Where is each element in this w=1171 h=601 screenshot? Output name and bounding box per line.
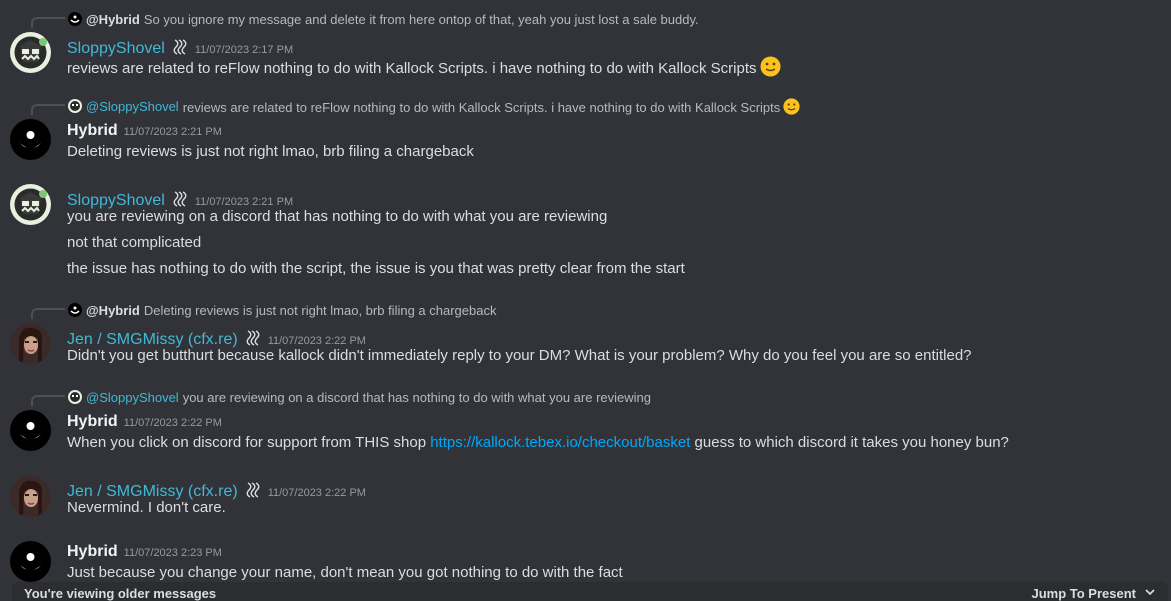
jump-to-present-button[interactable]: Jump To Present (1031, 586, 1156, 601)
reply-text[interactable]: reviews are related to reFlow nothing to… (182, 97, 801, 115)
jen-avatar[interactable] (10, 476, 51, 517)
hybrid-reply-avatar-icon (68, 303, 82, 317)
message-text: guess to which discord it takes you hone… (690, 434, 1009, 451)
message-text: you are reviewing on a discord that has … (67, 208, 608, 225)
message-text: Deleting reviews is just not right lmao,… (67, 143, 474, 160)
timestamp: 11/07/2023 2:21 PM (194, 196, 294, 208)
hybrid-avatar[interactable] (10, 119, 51, 160)
jump-to-present-label: Jump To Present (1031, 585, 1136, 601)
timestamp: 11/07/2023 2:23 PM (123, 547, 222, 559)
slight-smile-emoji-icon[interactable] (760, 56, 781, 77)
timestamp: 11/07/2023 2:22 PM (123, 417, 222, 429)
reply-author[interactable]: @Hybrid (86, 12, 140, 27)
reply-text[interactable]: you are reviewing on a discord that has … (183, 390, 651, 405)
waves-badge-icon[interactable] (171, 190, 189, 208)
message-text: Nevermind. I don't care. (67, 499, 226, 516)
reply-preview[interactable]: @SloppyShovel you are reviewing on a dis… (68, 388, 651, 406)
username[interactable]: Hybrid (67, 413, 118, 431)
reply-author[interactable]: @Hybrid (86, 303, 140, 318)
older-messages-bar: You're viewing older messages Jump To Pr… (12, 582, 1168, 601)
waves-badge-icon[interactable] (244, 329, 262, 347)
message-text: Didn't you get butthurt because kallock … (67, 347, 972, 364)
sloppyshovel-reply-avatar-icon (68, 99, 82, 113)
hybrid-avatar[interactable] (10, 410, 51, 451)
timestamp: 11/07/2023 2:21 PM (123, 126, 222, 138)
timestamp: 11/07/2023 2:22 PM (267, 487, 366, 499)
reply-text[interactable]: So you ignore my message and delete it f… (144, 12, 699, 27)
slight-smile-emoji-icon (783, 97, 800, 115)
reply-preview[interactable]: @Hybrid Deleting reviews is just not rig… (68, 301, 496, 319)
older-messages-label: You're viewing older messages (24, 585, 217, 601)
message-text: Just because you change your name, don't… (67, 564, 623, 581)
hybrid-reply-avatar-icon (68, 12, 82, 26)
message-text: the issue has nothing to do with the scr… (67, 260, 685, 277)
reply-author[interactable]: @SloppyShovel (86, 390, 179, 405)
sloppyshovel-avatar[interactable] (10, 32, 51, 73)
jen-avatar[interactable] (10, 323, 51, 364)
reply-text-content: reviews are related to reFlow nothing to… (182, 99, 781, 115)
message-text: When you click on discord for support fr… (67, 434, 431, 451)
message-content: When you click on discord for support fr… (67, 434, 1009, 451)
waves-badge-icon[interactable] (244, 481, 262, 499)
message-content: reviews are related to reFlow nothing to… (67, 56, 781, 77)
timestamp: 11/07/2023 2:17 PM (194, 44, 294, 56)
reply-connector (31, 104, 65, 115)
reply-connector (31, 308, 65, 319)
reply-author[interactable]: @SloppyShovel (86, 99, 179, 114)
reply-connector (31, 17, 65, 28)
message-text: not that complicated (67, 234, 202, 251)
reply-text[interactable]: Deleting reviews is just not right lmao,… (144, 303, 497, 318)
reply-connector (31, 395, 65, 406)
sloppyshovel-reply-avatar-icon (68, 390, 82, 404)
sloppyshovel-avatar[interactable] (10, 184, 51, 225)
message-text: reviews are related to reFlow nothing to… (67, 60, 757, 77)
timestamp: 11/07/2023 2:22 PM (267, 335, 366, 347)
reply-preview[interactable]: @SloppyShovel reviews are related to reF… (68, 97, 800, 115)
username[interactable]: Hybrid (67, 543, 118, 561)
hybrid-avatar[interactable] (10, 541, 51, 582)
reply-preview[interactable]: @Hybrid So you ignore my message and del… (68, 10, 699, 28)
basket-link[interactable]: https://kallock.tebex.io/checkout/basket (430, 434, 690, 451)
waves-badge-icon[interactable] (171, 38, 189, 56)
chat-area: @Hybrid So you ignore my message and del… (0, 0, 1171, 601)
chevron-down-icon (1144, 586, 1156, 601)
username[interactable]: Hybrid (67, 122, 118, 140)
